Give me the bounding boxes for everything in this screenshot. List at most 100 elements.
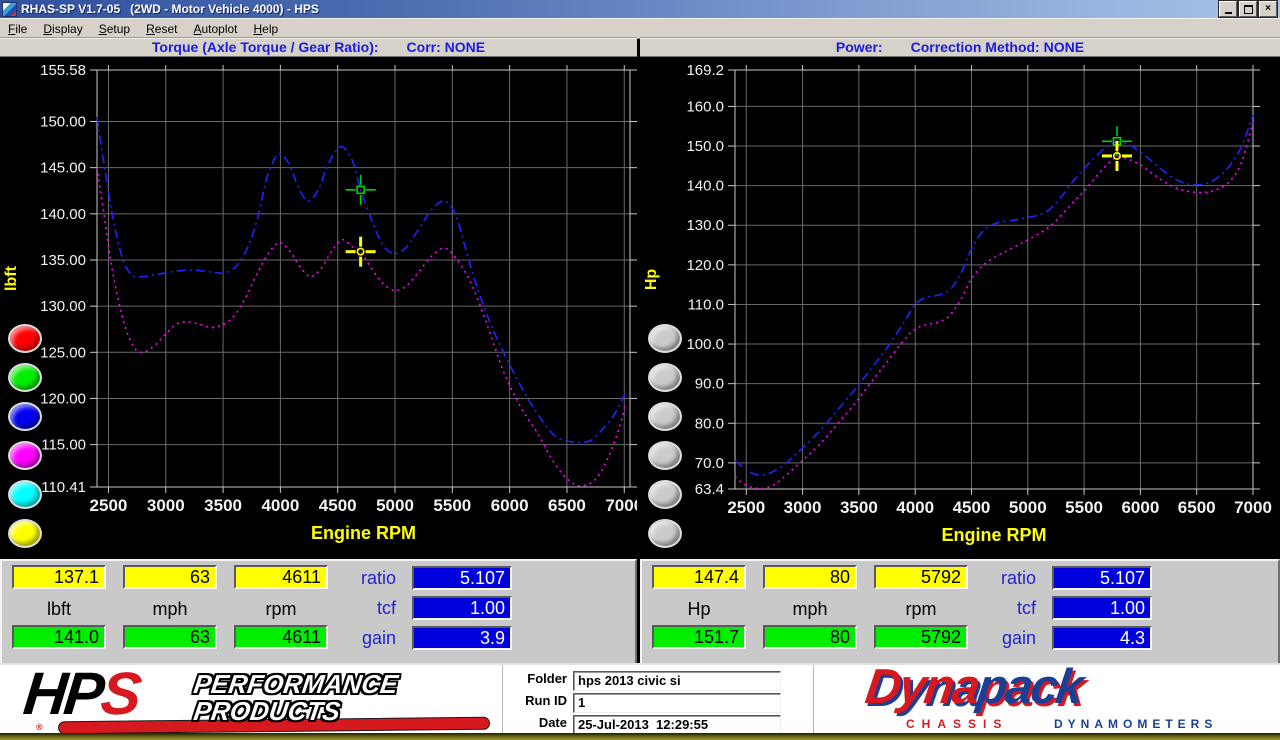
svg-text:130.00: 130.00 bbox=[40, 298, 86, 315]
dynapack-logo: Dynapack CHASSIS DYNAMOMETERS bbox=[814, 660, 1276, 735]
run-info-fields: Folder hps 2013 civic si Run ID 1 Date 2… bbox=[502, 665, 814, 735]
power-run-button-gray-2[interactable] bbox=[648, 363, 682, 392]
torque-cursor2-value: 141.0 bbox=[12, 625, 106, 649]
power-cursor-rpm: 5792 bbox=[874, 565, 968, 589]
ratio-label: ratio bbox=[1000, 568, 1036, 588]
menu-item-help[interactable]: Help bbox=[246, 22, 287, 36]
menu-item-display[interactable]: Display bbox=[35, 22, 90, 36]
svg-text:4500: 4500 bbox=[953, 498, 991, 517]
cursor-yellow-marker[interactable] bbox=[345, 236, 376, 267]
gain-value: 3.9 bbox=[412, 626, 512, 650]
speed-unit-label: mph bbox=[152, 599, 188, 619]
svg-text:110.41: 110.41 bbox=[41, 479, 86, 496]
torque-run-button-magenta[interactable] bbox=[8, 441, 42, 470]
power-readout-panel: 147.4 80 5792 Hp mph rpm 151.7 80 5792 r… bbox=[640, 559, 1280, 665]
torque-run-buttons bbox=[8, 324, 42, 558]
svg-text:7000: 7000 bbox=[605, 496, 637, 515]
torque-run-button-yellow[interactable] bbox=[8, 519, 42, 548]
menu-item-reset[interactable]: Reset bbox=[138, 22, 185, 36]
power-cursor2-rpm: 5792 bbox=[874, 625, 968, 649]
dynapack-chassis-label: CHASSIS bbox=[906, 717, 1009, 731]
tcf-value: 1.00 bbox=[1052, 596, 1152, 620]
svg-text:155.58: 155.58 bbox=[40, 62, 86, 79]
power-run-buttons bbox=[648, 324, 682, 558]
power-cursor2-value: 151.7 bbox=[652, 625, 746, 649]
power-run-button-gray-1[interactable] bbox=[648, 324, 682, 353]
menu-item-setup[interactable]: Setup bbox=[91, 22, 138, 36]
app-window: RHAS-SP V1.7-05 (2WD - Motor Vehicle 400… bbox=[0, 0, 1280, 740]
power-run-button-gray-3[interactable] bbox=[648, 402, 682, 431]
power-run-button-gray-6[interactable] bbox=[648, 519, 682, 548]
torque-run-button-red[interactable] bbox=[8, 324, 42, 353]
window-title: RHAS-SP V1.7-05 (2WD - Motor Vehicle 400… bbox=[21, 2, 319, 16]
run-id-label: Run ID bbox=[525, 693, 567, 708]
torque-run-button-green[interactable] bbox=[8, 363, 42, 392]
svg-text:6000: 6000 bbox=[491, 496, 529, 515]
svg-text:63.4: 63.4 bbox=[695, 481, 724, 498]
svg-text:120.00: 120.00 bbox=[40, 390, 86, 407]
torque-readout-panel: 137.1 63 4611 lbft mph rpm 141.0 63 4611… bbox=[0, 559, 637, 665]
window-controls: × bbox=[1219, 1, 1280, 17]
ratio-value: 5.107 bbox=[1052, 566, 1152, 590]
svg-text:140.00: 140.00 bbox=[40, 206, 86, 223]
hps-logo-line2: PRODUCTS bbox=[191, 696, 343, 726]
torque-run-button-cyan[interactable] bbox=[8, 480, 42, 509]
svg-text:2500: 2500 bbox=[90, 496, 128, 515]
menu-item-autoplot[interactable]: Autoplot bbox=[185, 22, 245, 36]
torque-run-button-blue[interactable] bbox=[8, 402, 42, 431]
svg-text:120.0: 120.0 bbox=[686, 257, 724, 274]
power-chart-area: 2500 3000 3500 4000 4500 5000 5500 6000 6500 7000… bbox=[640, 57, 1280, 559]
restore-icon bbox=[1243, 4, 1253, 14]
svg-text:6000: 6000 bbox=[1121, 498, 1159, 517]
svg-text:130.0: 130.0 bbox=[686, 217, 724, 234]
svg-text:4500: 4500 bbox=[319, 496, 357, 515]
svg-text:90.0: 90.0 bbox=[695, 376, 724, 393]
title-bar[interactable]: RHAS-SP V1.7-05 (2WD - Motor Vehicle 400… bbox=[0, 0, 1280, 18]
folder-label: Folder bbox=[527, 671, 567, 686]
footer: HPS ® PERFORMANCE PRODUCTS Folder hps 20… bbox=[0, 660, 1280, 735]
power-header: Power: Correction Method: NONE bbox=[640, 37, 1280, 57]
svg-text:80.0: 80.0 bbox=[695, 415, 724, 432]
svg-text:5000: 5000 bbox=[1009, 498, 1047, 517]
svg-text:150.00: 150.00 bbox=[40, 114, 86, 131]
svg-text:100.0: 100.0 bbox=[686, 336, 724, 353]
svg-text:lbft: lbft bbox=[3, 265, 20, 291]
svg-text:110.0: 110.0 bbox=[688, 296, 724, 313]
close-icon: × bbox=[1265, 3, 1271, 14]
torque-cursor2-speed: 63 bbox=[123, 625, 217, 649]
svg-text:125.00: 125.00 bbox=[40, 344, 86, 361]
run-magenta-dotted bbox=[96, 167, 627, 487]
svg-text:115.00: 115.00 bbox=[41, 437, 86, 454]
gain-label: gain bbox=[361, 628, 396, 648]
ratio-label: ratio bbox=[360, 568, 396, 588]
tcf-label: tcf bbox=[376, 598, 396, 618]
run-id-field[interactable]: 1 bbox=[573, 693, 781, 713]
ratio-value: 5.107 bbox=[412, 566, 512, 590]
close-button[interactable]: × bbox=[1259, 1, 1277, 17]
svg-text:5500: 5500 bbox=[1065, 498, 1103, 517]
folder-field[interactable]: hps 2013 civic si bbox=[573, 671, 781, 691]
menu-item-file[interactable]: File bbox=[0, 22, 35, 36]
bottom-strip bbox=[0, 733, 1280, 740]
minimize-button[interactable] bbox=[1219, 1, 1237, 17]
torque-chart: 2500 3000 3500 4000 4500 5000 5500 6000 6500 7000… bbox=[3, 62, 637, 543]
svg-text:Hp: Hp bbox=[643, 269, 660, 291]
svg-text:150.0: 150.0 bbox=[686, 138, 724, 155]
power-run-button-gray-4[interactable] bbox=[648, 441, 682, 470]
restore-button[interactable] bbox=[1239, 1, 1257, 17]
power-run-button-gray-5[interactable] bbox=[648, 480, 682, 509]
gain-label: gain bbox=[1001, 628, 1036, 648]
power-cursor2-speed: 80 bbox=[763, 625, 857, 649]
date-field[interactable]: 25-Jul-2013 12:29:55 bbox=[573, 715, 781, 735]
hps-logo-letters: HPS bbox=[20, 660, 142, 727]
svg-text:Engine RPM: Engine RPM bbox=[941, 525, 1046, 545]
torque-cursor-value: 137.1 bbox=[12, 565, 106, 589]
tcf-value: 1.00 bbox=[412, 596, 512, 620]
svg-text:169.2: 169.2 bbox=[686, 62, 724, 79]
svg-text:6500: 6500 bbox=[1178, 498, 1216, 517]
dynapack-dynamometers-label: DYNAMOMETERS bbox=[1054, 717, 1218, 731]
torque-unit-label: lbft bbox=[46, 599, 71, 619]
svg-text:70.0: 70.0 bbox=[695, 455, 724, 472]
svg-text:3500: 3500 bbox=[204, 496, 242, 515]
power-panel: Power: Correction Method: NONE 2500 3000 35… bbox=[640, 37, 1280, 665]
